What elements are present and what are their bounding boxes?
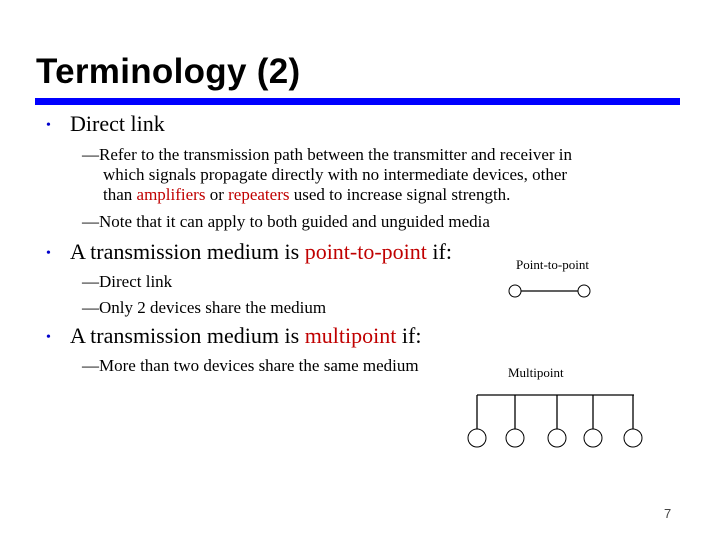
page-number: 7: [664, 506, 672, 521]
multipoint-node: [467, 428, 487, 448]
multipoint-node: [505, 428, 525, 448]
p2p-node: [508, 284, 522, 298]
p2p-node: [577, 284, 591, 298]
multipoint-node: [547, 428, 567, 448]
multipoint-diagram: [467, 394, 643, 448]
point-to-point-diagram: [508, 284, 591, 298]
network-diagrams: [467, 284, 643, 448]
multipoint-node: [583, 428, 603, 448]
multipoint-node: [623, 428, 643, 448]
